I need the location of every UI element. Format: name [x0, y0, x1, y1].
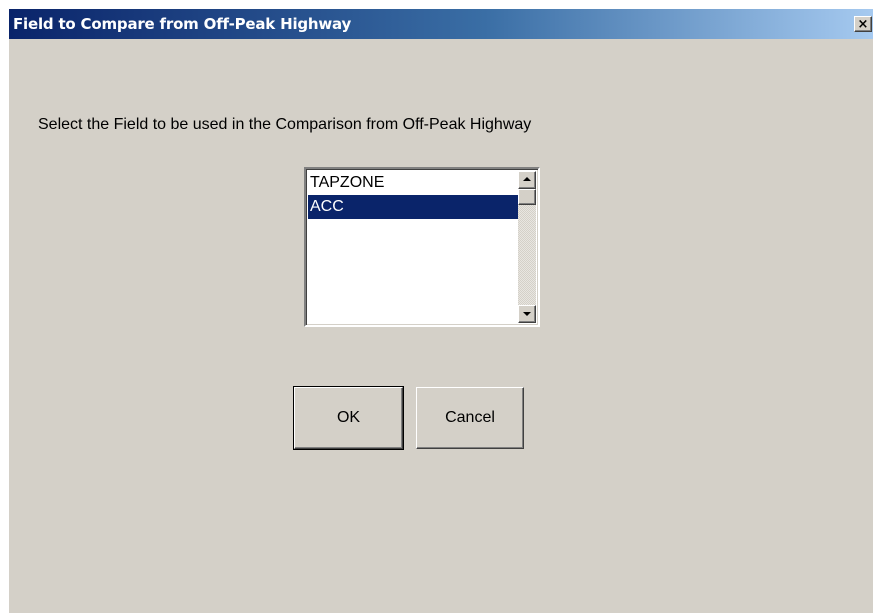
title-bar[interactable]: Field to Compare from Off-Peak Highway × [9, 9, 873, 39]
scroll-down-button[interactable] [518, 305, 536, 323]
close-icon: × [857, 16, 869, 32]
vertical-scrollbar[interactable] [518, 171, 536, 323]
list-item-tapzone[interactable]: TAPZONE [308, 171, 520, 195]
list-item-acc[interactable]: ACC [308, 195, 520, 219]
arrow-down-icon [523, 312, 531, 316]
arrow-up-icon [523, 177, 531, 181]
field-listbox[interactable]: TAPZONE ACC [304, 167, 540, 327]
dialog-window: Field to Compare from Off-Peak Highway ×… [8, 8, 873, 613]
prompt-label: Select the Field to be used in the Compa… [38, 116, 532, 133]
scroll-thumb[interactable] [518, 189, 536, 205]
field-list-items: TAPZONE ACC [308, 171, 520, 323]
cancel-button[interactable]: Cancel [416, 387, 524, 449]
ok-button[interactable]: OK [293, 386, 404, 450]
window-title: Field to Compare from Off-Peak Highway [13, 15, 352, 33]
close-button[interactable]: × [854, 16, 872, 32]
scroll-up-button[interactable] [518, 171, 536, 189]
